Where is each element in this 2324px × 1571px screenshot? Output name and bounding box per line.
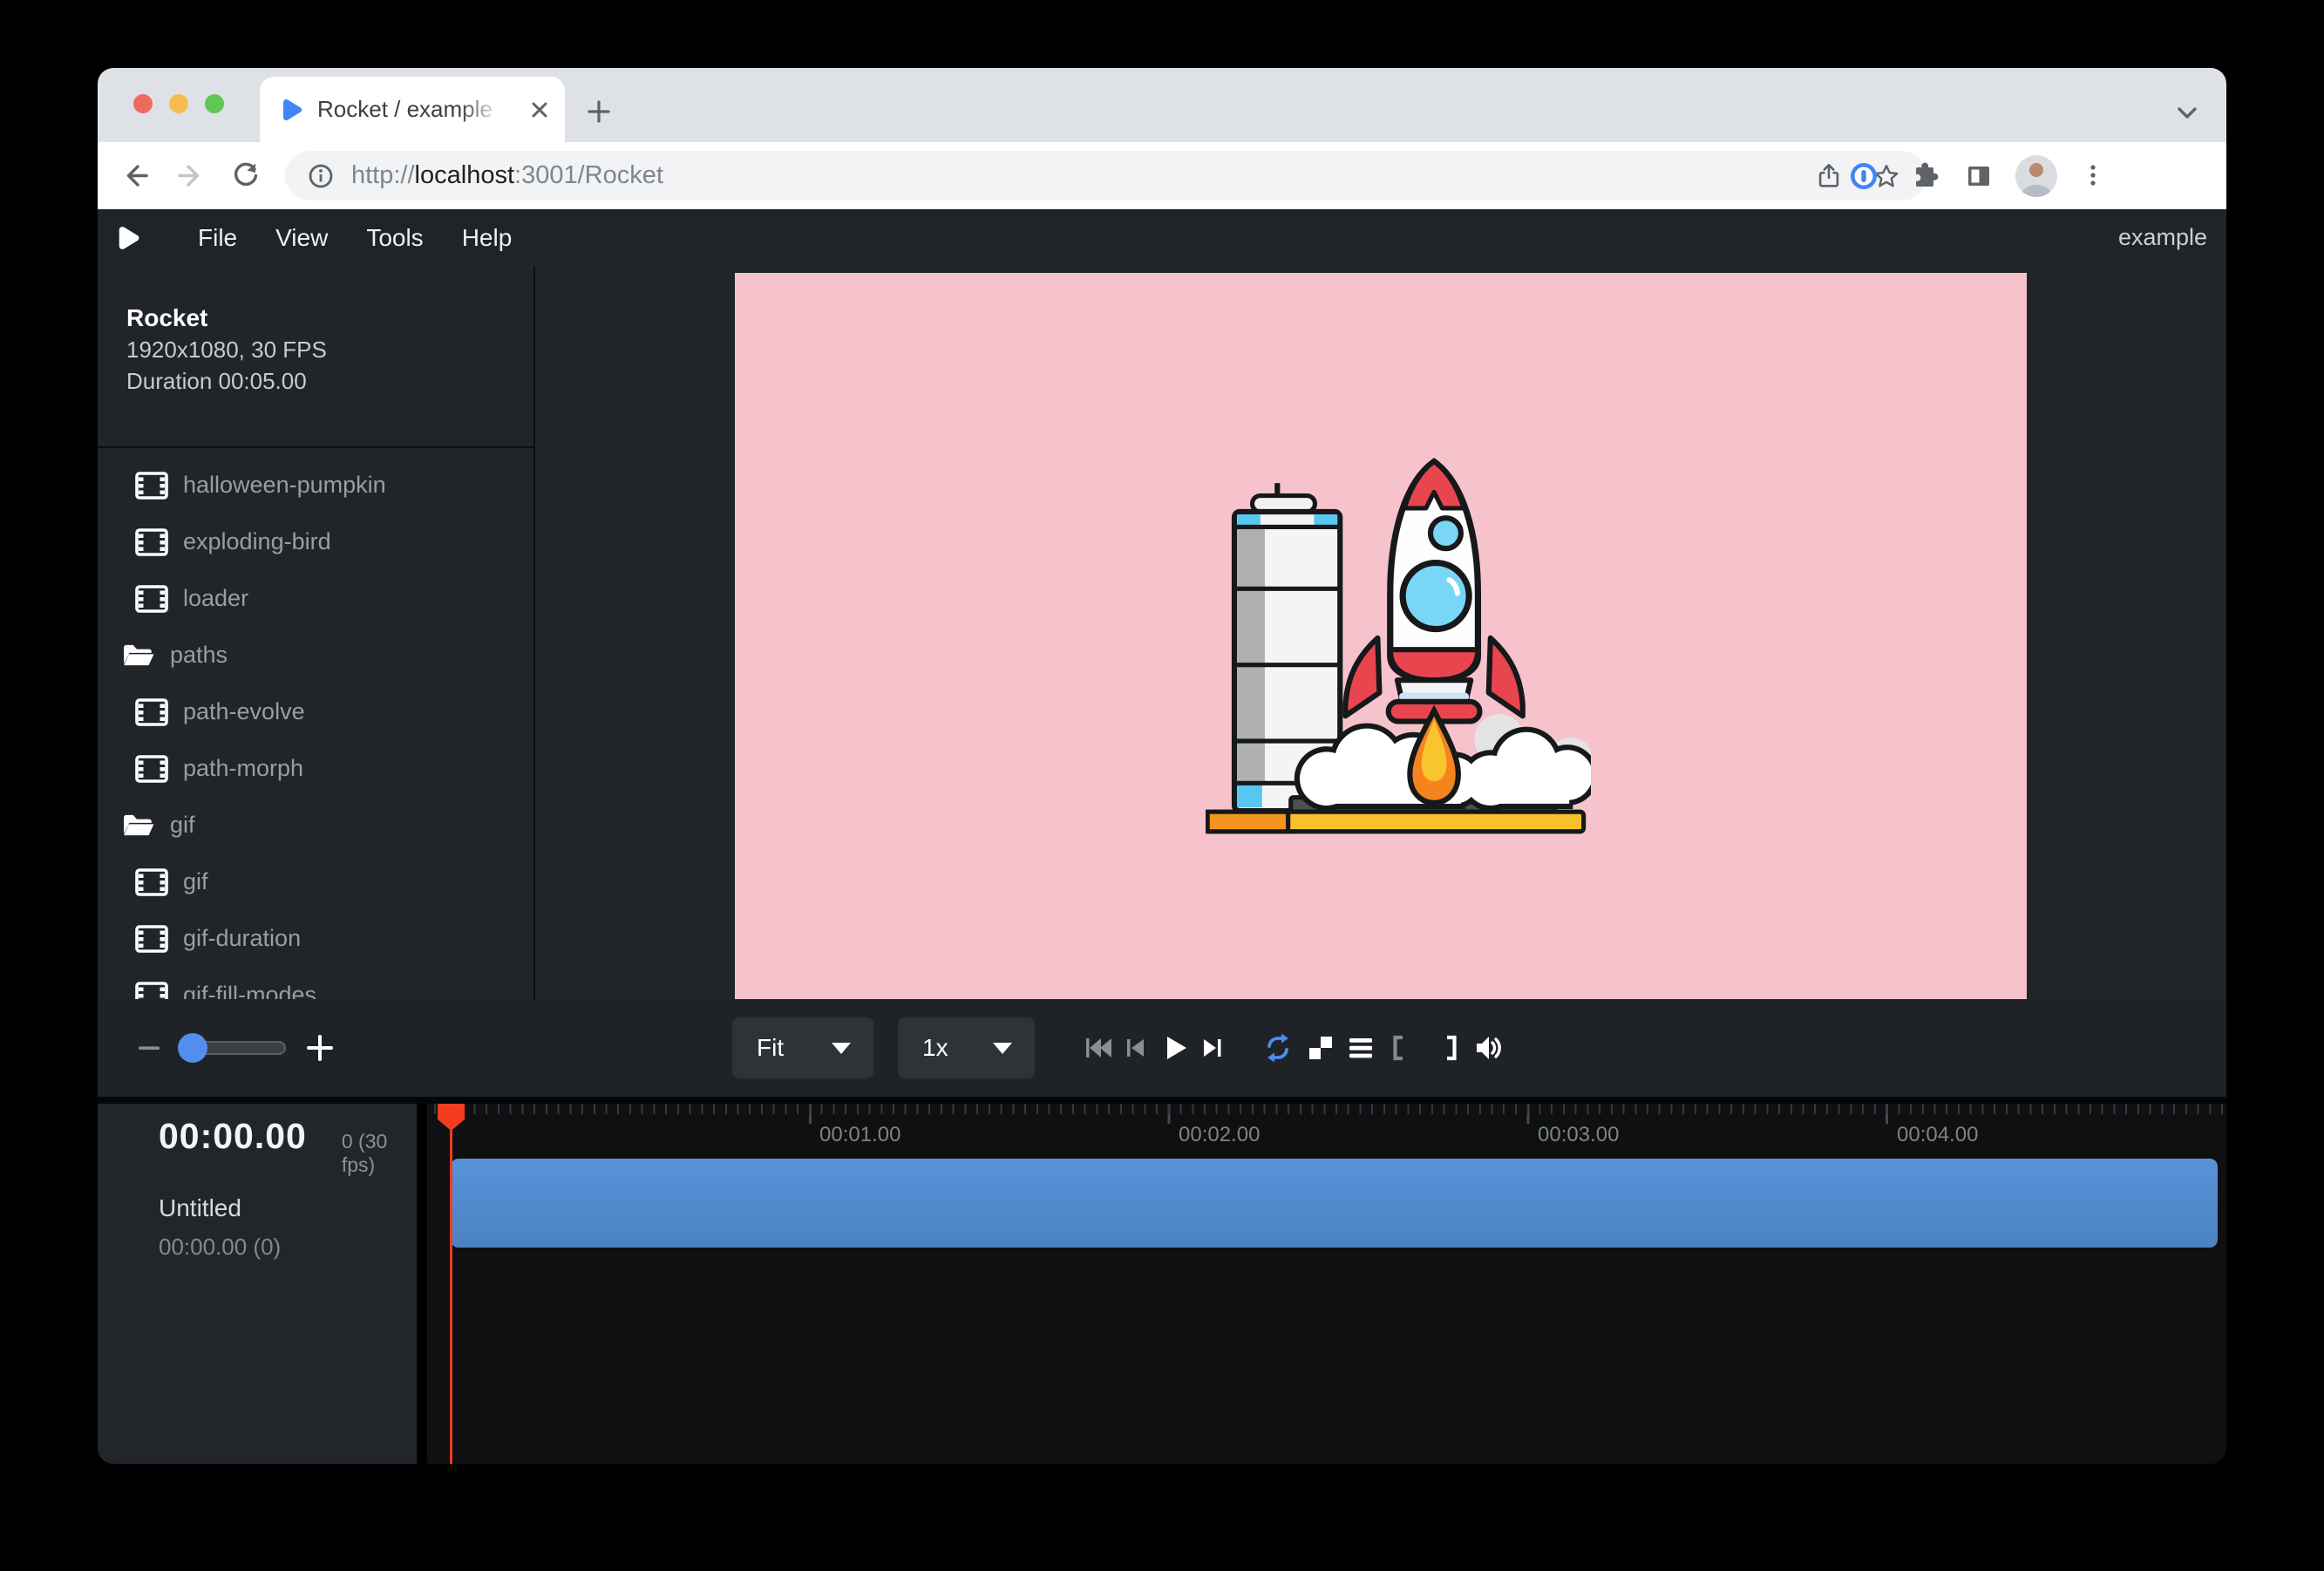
- extensions-puzzle-icon[interactable]: [1907, 160, 1939, 192]
- composition-info-panel: Rocket 1920x1080, 30 FPS Duration 00:05.…: [98, 266, 533, 448]
- menu-tools[interactable]: Tools: [347, 224, 442, 252]
- current-frame-info: 0 (30 fps): [342, 1130, 417, 1177]
- film-icon: [135, 528, 168, 556]
- browser-toolbar: http://localhost:3001/Rocket: [98, 142, 2226, 209]
- timeline-panel: 00:00.00 0 (30 fps) Untitled 00:00.00 (0…: [98, 1104, 2226, 1464]
- sidebar-item-exploding-bird[interactable]: exploding-bird: [98, 513, 533, 570]
- film-icon: [135, 755, 168, 783]
- app-menu-bar: File View Tools Help example: [98, 209, 2226, 266]
- sidebar-folder-gif[interactable]: gif: [98, 797, 533, 854]
- sidebar-item-gif-fill-modes[interactable]: gif-fill-modes: [98, 967, 533, 999]
- back-icon[interactable]: [120, 160, 151, 191]
- preview-zoom-slider[interactable]: [180, 1033, 286, 1063]
- menu-view[interactable]: View: [256, 224, 347, 252]
- tab-search-chevron-icon[interactable]: [2172, 99, 2202, 126]
- zoom-out-icon[interactable]: [134, 1033, 164, 1063]
- folder-open-icon: [122, 642, 155, 670]
- chevron-down-icon: [832, 1043, 851, 1054]
- film-icon: [135, 472, 168, 500]
- slider-knob[interactable]: [178, 1033, 207, 1063]
- share-icon[interactable]: [1815, 162, 1843, 190]
- close-window-button[interactable]: [133, 94, 153, 113]
- volume-button[interactable]: [1473, 1032, 1505, 1064]
- composition-canvas[interactable]: [735, 273, 2027, 1018]
- playback-controls-bar: Fit 1x: [98, 999, 2226, 1097]
- minimize-window-button[interactable]: [169, 94, 188, 113]
- timeline-track-bar[interactable]: [451, 1159, 2218, 1248]
- film-icon: [135, 868, 168, 896]
- reload-icon[interactable]: [230, 160, 261, 191]
- size-mode-dropdown[interactable]: Fit: [732, 1017, 873, 1078]
- sidebar-item-gif[interactable]: gif: [98, 854, 533, 910]
- ruler-label: 00:02.00: [1179, 1123, 1260, 1147]
- playhead-marker[interactable]: [438, 1104, 465, 1131]
- project-name-label: example: [2118, 224, 2207, 251]
- sidebar-folder-paths[interactable]: paths: [98, 627, 533, 683]
- skip-to-start-button[interactable]: [1083, 1032, 1114, 1064]
- previous-frame-button[interactable]: [1119, 1032, 1151, 1064]
- tab-title: Rocket / example - Remotion Pr: [317, 96, 500, 123]
- ruler-label: 00:04.00: [1897, 1123, 1978, 1147]
- forward-icon[interactable]: [175, 160, 206, 191]
- in-point-bracket-button[interactable]: [1385, 1032, 1417, 1064]
- divider: [417, 1104, 427, 1464]
- url-text: http://localhost:3001/Rocket: [351, 161, 663, 190]
- composition-resolution-fps: 1920x1080, 30 FPS: [126, 334, 533, 365]
- remotion-logo-icon[interactable]: [117, 225, 140, 251]
- composition-duration: Duration 00:05.00: [126, 365, 533, 397]
- film-icon: [135, 698, 168, 726]
- browser-window: Rocket / example - Remotion Pr: [98, 68, 2226, 1464]
- playhead-line[interactable]: [450, 1104, 452, 1464]
- ruler-label: 00:01.00: [819, 1123, 900, 1147]
- rocket-flame: [1410, 711, 1458, 803]
- browser-tab[interactable]: Rocket / example - Remotion Pr: [260, 77, 565, 142]
- site-info-icon[interactable]: [306, 161, 336, 191]
- tab-strip: Rocket / example - Remotion Pr: [98, 68, 2226, 142]
- sidebar-item-halloween-pumpkin[interactable]: halloween-pumpkin: [98, 457, 533, 513]
- remotion-favicon: [281, 98, 303, 122]
- playback-rate-dropdown[interactable]: 1x: [898, 1017, 1035, 1078]
- play-button[interactable]: [1159, 1032, 1191, 1064]
- current-timecode: 00:00.00: [159, 1116, 307, 1157]
- loop-button[interactable]: [1262, 1032, 1294, 1064]
- menu-help[interactable]: Help: [443, 224, 532, 252]
- side-panel-icon[interactable]: [1963, 160, 1994, 192]
- content-area: Rocket 1920x1080, 30 FPS Duration 00:05.…: [98, 266, 2226, 999]
- rocket: [1345, 461, 1522, 721]
- divider: [98, 1097, 2226, 1104]
- track-start-time: 00:00.00 (0): [159, 1234, 417, 1261]
- composition-name: Rocket: [126, 303, 533, 334]
- timeline-info-panel: 00:00.00 0 (30 fps) Untitled 00:00.00 (0…: [98, 1104, 417, 1464]
- film-icon: [135, 585, 168, 613]
- tab-close-icon[interactable]: [527, 97, 553, 123]
- profile-avatar[interactable]: [2015, 155, 2057, 197]
- compositions-sidebar: Rocket 1920x1080, 30 FPS Duration 00:05.…: [98, 266, 535, 999]
- password-manager-extension-icon[interactable]: [1848, 160, 1879, 192]
- preview-area: [535, 266, 2226, 999]
- folder-open-icon: [122, 812, 155, 840]
- zoom-in-icon[interactable]: [305, 1033, 335, 1063]
- sidebar-item-path-evolve[interactable]: path-evolve: [98, 683, 533, 740]
- fullscreen-window-button[interactable]: [205, 94, 224, 113]
- composition-list: halloween-pumpkin exploding-bird loader …: [98, 448, 533, 999]
- out-point-bracket-button[interactable]: [1433, 1032, 1464, 1064]
- new-tab-button[interactable]: [586, 99, 612, 125]
- chevron-down-icon: [993, 1043, 1012, 1054]
- transparency-checkerboard-button[interactable]: [1305, 1032, 1336, 1064]
- track-name: Untitled: [159, 1194, 417, 1222]
- rocket-illustration: [1206, 445, 1591, 840]
- ruler-label: 00:03.00: [1538, 1123, 1619, 1147]
- next-frame-button[interactable]: [1197, 1032, 1228, 1064]
- browser-menu-icon[interactable]: [2078, 160, 2108, 190]
- timeline-track-area[interactable]: 00:01.00 00:02.00 00:03.00 00:04.00: [427, 1104, 2226, 1464]
- menu-items: File View Tools Help: [179, 224, 531, 252]
- film-icon: [135, 982, 168, 1000]
- sidebar-item-path-morph[interactable]: path-morph: [98, 740, 533, 797]
- film-icon: [135, 925, 168, 953]
- sidebar-item-gif-duration[interactable]: gif-duration: [98, 910, 533, 967]
- menu-file[interactable]: File: [179, 224, 256, 252]
- address-bar[interactable]: http://localhost:3001/Rocket: [285, 151, 1926, 201]
- sidebar-item-loader[interactable]: loader: [98, 570, 533, 627]
- timeline-rows-button[interactable]: [1345, 1032, 1376, 1064]
